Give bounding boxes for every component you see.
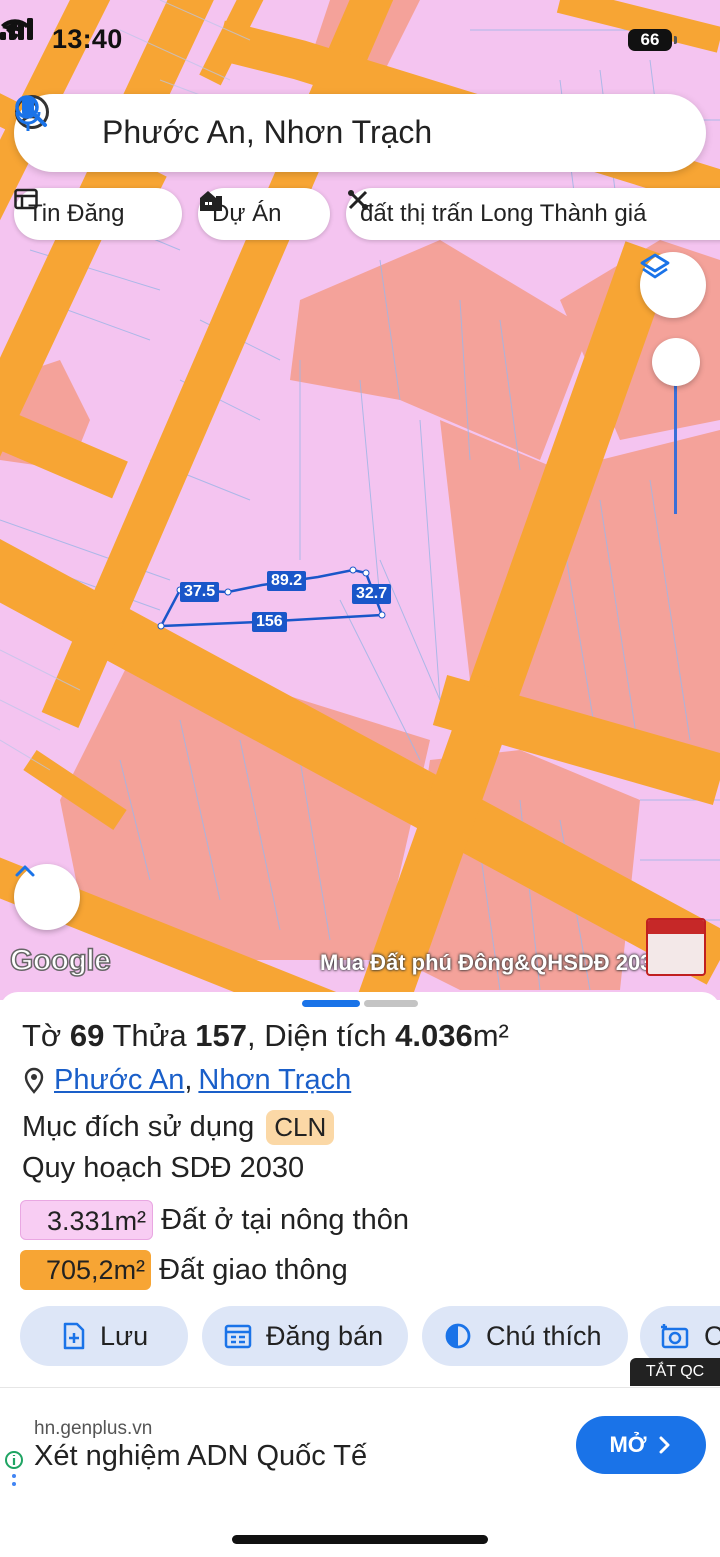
contrast-icon (445, 1323, 471, 1349)
ward-link[interactable]: Phước An (54, 1064, 184, 1097)
ad-domain: hn.genplus.vn (34, 1418, 153, 1439)
legend-label: Chú thích (486, 1320, 602, 1351)
parcel-location: Phước An, Nhơn Trạch (22, 1064, 351, 1097)
zone-commercial-1 (290, 240, 590, 460)
area-value: 4.036 (395, 1018, 473, 1053)
area-label: , Diện tích (246, 1018, 387, 1053)
zone-area: 3.331m² (20, 1200, 154, 1240)
lot-number: 157 (195, 1018, 247, 1053)
zone-label: Đất giao thông (159, 1253, 348, 1286)
wifi-icon (1, 19, 29, 40)
sheet-label: Tờ (22, 1018, 62, 1053)
chip-du-an[interactable]: Dự Án (198, 188, 330, 240)
chip-label: Tin Đăng (28, 200, 125, 227)
location-pin-icon (24, 1067, 44, 1094)
map-view[interactable]: 37.5 89.2 32.7 156 13:40 66 Phước An, Nh… (0, 0, 720, 1000)
layers-button[interactable] (640, 252, 706, 318)
ad-banner[interactable]: hn.genplus.vn Xét nghiệm ADN Quốc Tế MỞ (0, 1387, 720, 1499)
post-sale-button[interactable]: Đăng bán (202, 1306, 408, 1366)
pager-dot[interactable] (364, 1000, 418, 1007)
zone-label: Đất ở tại nông thôn (161, 1203, 410, 1236)
pager-dot-active[interactable] (302, 1000, 360, 1007)
chevron-right-icon (659, 1436, 670, 1454)
chip-search-suggestion[interactable]: đất thị trấn Long Thành giá (346, 188, 720, 240)
search-input[interactable]: Phước An, Nhơn Trạch (102, 114, 432, 151)
parcel-title: Tờ 69 Thửa 157, Diện tích 4.036m² (22, 1018, 509, 1054)
google-logo: Google (9, 943, 111, 978)
save-label: Lưu (100, 1320, 149, 1351)
zone-row-residential: 3.331m² Đất ở tại nông thôn (20, 1200, 409, 1240)
legend-button[interactable]: Chú thích (422, 1306, 628, 1366)
building-icon (200, 191, 222, 211)
ad-open-button[interactable]: MỞ (576, 1416, 706, 1474)
zone-row-traffic: 705,2m² Đất giao thông (20, 1250, 348, 1290)
lot-label: Thửa (112, 1018, 187, 1053)
chevron-up-icon (15, 865, 35, 877)
measure-label: 89.2 (267, 571, 307, 591)
purpose-code-badge: CLN (266, 1110, 335, 1145)
microphone-icon[interactable] (14, 94, 42, 134)
map-overlay-caption: Mua Đất phú Đông&QHSDĐ 2030 (320, 950, 665, 975)
purpose-label: Mục đích sử dụng (22, 1111, 255, 1143)
tools-icon (348, 190, 368, 210)
status-bar: 13:40 66 (0, 18, 720, 62)
status-time: 13:40 (52, 24, 123, 54)
expand-button[interactable] (14, 864, 80, 930)
home-indicator[interactable] (232, 1535, 488, 1544)
search-bar[interactable]: Phước An, Nhơn Trạch (14, 94, 706, 172)
advertiser-thumbnail[interactable] (646, 918, 706, 976)
post-sale-label: Đăng bán (266, 1320, 384, 1351)
area-unit: m² (472, 1018, 509, 1053)
add-doc-icon (63, 1322, 85, 1350)
layers-icon (640, 253, 670, 279)
district-link[interactable]: Nhơn Trạch (198, 1064, 351, 1097)
chip-tin-dang[interactable]: Tin Đăng (14, 188, 182, 240)
calendar-icon (224, 1324, 252, 1349)
ad-info-icon[interactable] (4, 1450, 24, 1494)
measure-label: 32.7 (352, 584, 392, 604)
chip-label: đất thị trấn Long Thành giá (360, 200, 647, 227)
ad-headline[interactable]: Xét nghiệm ADN Quốc Tế (34, 1440, 367, 1473)
listing-icon (14, 188, 38, 210)
battery-indicator: 66 (628, 29, 677, 51)
land-use-purpose: Mục đích sử dụng CLN (22, 1110, 335, 1145)
camera-button[interactable]: C (640, 1306, 720, 1366)
measure-label: 37.5 (180, 582, 220, 602)
camera-label: C (704, 1320, 720, 1351)
zone-area: 705,2m² (20, 1250, 152, 1290)
close-ad-button[interactable]: TẮT QC (630, 1358, 720, 1386)
save-button[interactable]: Lưu (20, 1306, 188, 1366)
measure-label: 156 (252, 612, 287, 632)
camera-icon (661, 1324, 689, 1349)
ad-open-label: MỞ (609, 1432, 647, 1457)
sheet-number: 69 (69, 1018, 105, 1053)
opacity-slider-thumb[interactable] (652, 338, 700, 386)
planning-label: Quy hoạch SDĐ 2030 (22, 1152, 305, 1184)
